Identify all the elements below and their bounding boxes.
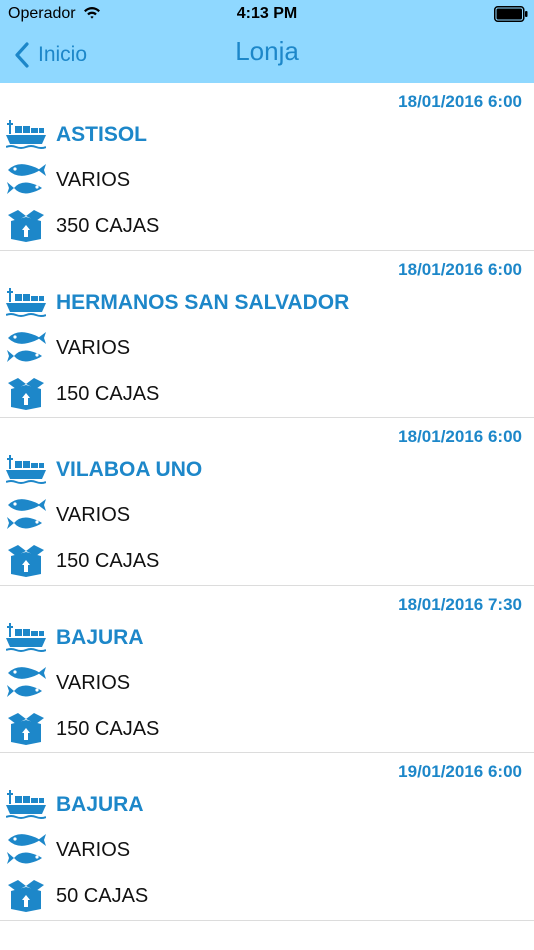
box-icon xyxy=(8,880,44,912)
box-icon xyxy=(8,210,44,242)
box-icon xyxy=(8,545,44,577)
quantity-row: 350 CAJAS xyxy=(0,207,534,243)
vessel-row: BAJURA xyxy=(0,786,534,822)
battery-icon xyxy=(494,6,528,22)
list-item[interactable]: 18/01/2016 6:00 VILABOA UNO VARIOS 150 C… xyxy=(0,418,534,586)
fish-icon xyxy=(7,666,46,697)
vessel-name: BAJURA xyxy=(56,625,144,649)
navigation-bar: Inicio Lonja xyxy=(0,28,534,83)
auction-date: 19/01/2016 6:00 xyxy=(398,762,522,781)
species-text: VARIOS xyxy=(56,671,131,694)
auction-list: 18/01/2016 6:00 ASTISOL VARIOS 350 CAJAS… xyxy=(0,83,534,921)
quantity-text: 150 CAJAS xyxy=(56,717,160,740)
quantity-row: 150 CAJAS xyxy=(0,710,534,746)
fish-icon xyxy=(7,499,46,529)
species-row: VARIOS xyxy=(0,329,534,365)
species-text: VARIOS xyxy=(56,839,131,861)
vessel-name: HERMANOS SAN SALVADOR xyxy=(56,290,350,314)
vessel-name: VILABOA UNO xyxy=(56,458,203,481)
vessel-name: ASTISOL xyxy=(56,123,148,146)
boat-icon xyxy=(6,287,46,317)
boat-icon xyxy=(6,790,46,819)
list-item[interactable]: 19/01/2016 6:00 BAJURA VARIOS 50 CAJAS xyxy=(0,753,534,921)
boat-icon xyxy=(6,455,46,484)
quantity-row: 150 CAJAS xyxy=(0,375,534,411)
species-row: VARIOS xyxy=(0,831,534,867)
vessel-name: BAJURA xyxy=(56,793,144,816)
clock: 4:13 PM xyxy=(236,5,298,22)
quantity-text: 350 CAJAS xyxy=(56,215,160,237)
vessel-row: ASTISOL xyxy=(0,116,534,152)
fish-icon xyxy=(7,834,46,864)
status-bar: Operador 4:13 PM xyxy=(0,0,534,28)
header: Operador 4:13 PM Inicio Lonja xyxy=(0,0,534,83)
quantity-text: 50 CAJAS xyxy=(56,885,149,907)
page-title: Lonja xyxy=(235,36,299,66)
vessel-row: BAJURA xyxy=(0,619,534,655)
quantity-text: 150 CAJAS xyxy=(56,382,160,405)
boat-icon xyxy=(6,622,46,652)
box-icon xyxy=(8,377,44,410)
list-item[interactable]: 18/01/2016 6:00 HERMANOS SAN SALVADOR VA… xyxy=(0,251,534,418)
species-text: VARIOS xyxy=(56,169,131,191)
species-row: VARIOS xyxy=(0,496,534,532)
auction-date: 18/01/2016 6:00 xyxy=(398,259,522,279)
list-item[interactable]: 18/01/2016 6:00 ASTISOL VARIOS 350 CAJAS xyxy=(0,83,534,251)
vessel-row: HERMANOS SAN SALVADOR xyxy=(0,284,534,320)
auction-date: 18/01/2016 6:00 xyxy=(398,427,522,446)
auction-date: 18/01/2016 6:00 xyxy=(398,92,522,111)
species-text: VARIOS xyxy=(56,336,131,359)
boat-icon xyxy=(6,120,46,149)
fish-icon xyxy=(7,331,46,362)
species-row: VARIOS xyxy=(0,664,534,700)
fish-icon xyxy=(7,164,46,194)
box-icon xyxy=(8,712,44,745)
auction-date: 18/01/2016 7:30 xyxy=(398,594,522,614)
species-row: VARIOS xyxy=(0,161,534,197)
quantity-text: 150 CAJAS xyxy=(56,550,160,572)
list-item[interactable]: 18/01/2016 7:30 BAJURA VARIOS 150 CAJAS xyxy=(0,586,534,753)
quantity-row: 50 CAJAS xyxy=(0,877,534,913)
vessel-row: VILABOA UNO xyxy=(0,451,534,487)
species-text: VARIOS xyxy=(56,504,131,526)
quantity-row: 150 CAJAS xyxy=(0,542,534,578)
